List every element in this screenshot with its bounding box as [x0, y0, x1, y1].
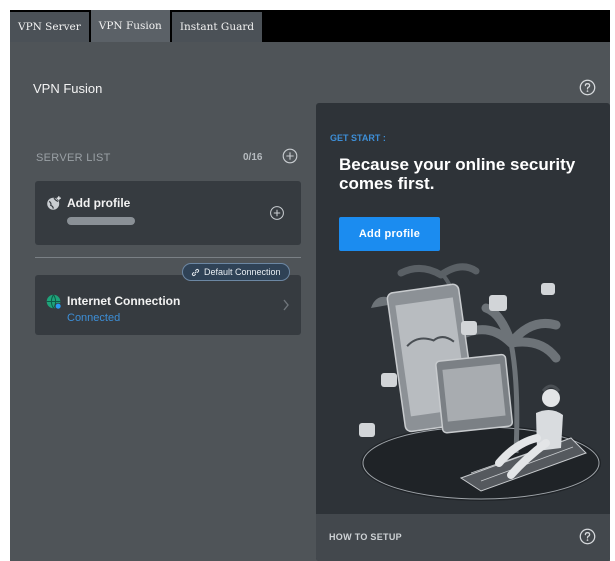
how-to-setup-label[interactable]: HOW TO SETUP [329, 532, 402, 542]
tab-bar: VPN Server VPN Fusion Instant Guard [10, 10, 263, 42]
add-profile-button[interactable]: Add profile [339, 217, 440, 251]
link-icon [191, 268, 200, 276]
internet-connection-card[interactable]: Internet Connection Connected [35, 275, 301, 335]
tab-instant-guard[interactable]: Instant Guard [171, 12, 263, 42]
help-icon[interactable] [579, 528, 596, 545]
internet-connection-title: Internet Connection [67, 294, 181, 308]
how-to-setup-bar: HOW TO SETUP [316, 514, 610, 561]
globe-icon [46, 294, 62, 310]
server-list-label: SERVER LIST [36, 152, 111, 164]
add-server-icon[interactable] [282, 148, 298, 164]
promo-headline: Because your online security comes first… [339, 155, 576, 193]
divider [35, 257, 301, 258]
default-connection-badge: Default Connection [182, 263, 290, 281]
add-profile-card[interactable]: Add profile [35, 181, 301, 245]
default-connection-label: Default Connection [204, 267, 281, 277]
get-start-label: GET START : [330, 133, 386, 143]
placeholder-bar [67, 217, 135, 225]
tab-vpn-server[interactable]: VPN Server [10, 12, 91, 42]
promo-panel: GET START : Because your online security… [316, 103, 610, 561]
tab-vpn-fusion[interactable]: VPN Fusion [90, 10, 172, 42]
main-panel: VPN Fusion SERVER LIST 0/16 Add profile [10, 42, 610, 561]
server-count: 0/16 [243, 152, 263, 163]
help-icon[interactable] [579, 79, 596, 96]
page-title: VPN Fusion [33, 81, 103, 96]
app-frame: VPN Server VPN Fusion Instant Guard VPN … [10, 10, 610, 561]
chevron-right-icon [283, 299, 289, 311]
add-profile-title: Add profile [67, 196, 131, 210]
connection-status: Connected [67, 312, 121, 324]
add-circle-icon[interactable] [269, 205, 285, 221]
globe-icon [47, 196, 61, 210]
vpn-illustration [359, 263, 601, 501]
